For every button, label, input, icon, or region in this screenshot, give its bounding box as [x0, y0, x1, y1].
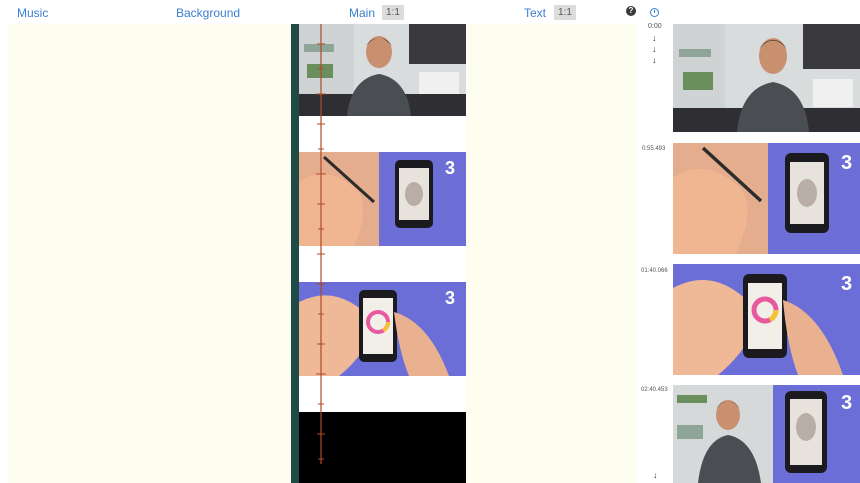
- text-column[interactable]: [466, 24, 636, 483]
- svg-text:3: 3: [445, 158, 455, 178]
- text-ratio-toggle[interactable]: 1:1: [554, 5, 576, 20]
- down-arrow-icon[interactable]: ↓: [652, 56, 657, 65]
- svg-text:3: 3: [445, 288, 455, 308]
- main-tab[interactable]: Main: [349, 6, 375, 20]
- down-arrow-icon[interactable]: ↓: [653, 471, 658, 480]
- music-background-column[interactable]: [8, 24, 291, 483]
- music-tab[interactable]: Music: [17, 6, 48, 20]
- track-edge-bar: [291, 24, 299, 483]
- svg-text:3: 3: [841, 152, 852, 174]
- svg-text:3: 3: [841, 273, 852, 295]
- timecode-start: 0:00: [648, 23, 662, 30]
- preview-clip-3-thumbnail[interactable]: 3: [673, 264, 860, 375]
- main-track[interactable]: 3 3: [291, 24, 466, 483]
- text-tab[interactable]: Text: [524, 6, 546, 20]
- background-tab[interactable]: Background: [176, 6, 240, 20]
- help-icon[interactable]: ?: [626, 6, 636, 16]
- timeline-column: 0:00 ↓ ↓ ↓ 0:55.493 01:40.066 02:40.453 …: [640, 22, 672, 483]
- clock-icon[interactable]: [650, 8, 659, 17]
- preview-clip-1-thumbnail[interactable]: [673, 24, 860, 132]
- audio-waveform: [316, 24, 326, 464]
- timecode-marker-3: 02:40.453: [641, 387, 668, 393]
- preview-clip-2-thumbnail[interactable]: 3: [673, 143, 860, 254]
- timecode-marker-1: 0:55.493: [642, 146, 666, 152]
- down-arrow-icon[interactable]: ↓: [652, 45, 657, 54]
- timecode-marker-2: 01:40.066: [641, 268, 668, 274]
- preview-clip-4-thumbnail[interactable]: 3: [673, 385, 860, 483]
- down-arrow-icon[interactable]: ↓: [652, 34, 657, 43]
- svg-text:3: 3: [841, 392, 852, 414]
- main-ratio-toggle[interactable]: 1:1: [382, 5, 404, 20]
